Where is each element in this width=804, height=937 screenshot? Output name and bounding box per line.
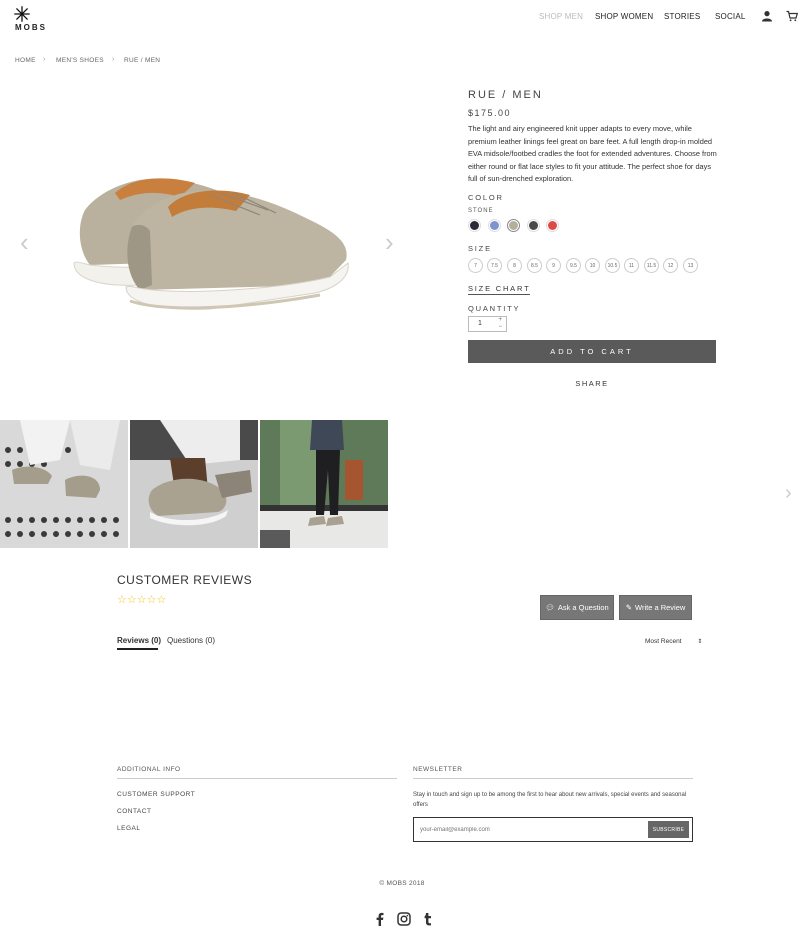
sort-arrows-icon: ⇕ bbox=[697, 639, 703, 645]
product-price: $175.00 bbox=[468, 108, 512, 118]
product-image bbox=[73, 178, 349, 310]
size-option[interactable]: 8 bbox=[507, 258, 522, 273]
active-tab-indicator bbox=[117, 648, 158, 650]
ask-question-label: Ask a Question bbox=[557, 603, 609, 612]
ask-question-button[interactable]: 💬︎ Ask a Question bbox=[540, 595, 614, 620]
gallery-next-arrow[interactable]: › bbox=[785, 483, 792, 503]
footer-link-legal[interactable]: LEGAL bbox=[117, 825, 140, 832]
breadcrumb-separator: › bbox=[112, 56, 115, 63]
footer-divider bbox=[117, 778, 397, 779]
reviews-title: CUSTOMER REVIEWS bbox=[117, 573, 253, 587]
instagram-icon[interactable] bbox=[397, 912, 411, 926]
tab-questions[interactable]: Questions (0) bbox=[167, 636, 215, 645]
newsletter-text: Stay in touch and sign up to be among th… bbox=[413, 792, 687, 808]
newsletter-form: SUBSCRIBE bbox=[413, 817, 693, 842]
color-swatch-red[interactable] bbox=[546, 219, 559, 232]
color-swatch-stone[interactable] bbox=[507, 219, 520, 232]
color-swatch-charcoal[interactable] bbox=[527, 219, 540, 232]
email-field[interactable] bbox=[420, 823, 640, 837]
chat-icon: 💬︎ bbox=[545, 603, 555, 612]
next-image-arrow[interactable]: › bbox=[385, 229, 394, 255]
selected-color-name: STONE bbox=[468, 208, 494, 214]
share-button[interactable]: SHARE bbox=[468, 379, 716, 388]
color-label: COLOR bbox=[468, 193, 504, 202]
edit-icon: ✎ bbox=[625, 603, 632, 612]
facebook-icon[interactable] bbox=[373, 912, 387, 926]
starburst-icon bbox=[14, 6, 30, 22]
size-chart-link[interactable]: SIZE CHART bbox=[468, 284, 531, 295]
size-option[interactable]: 7.5 bbox=[487, 258, 502, 273]
footer-divider bbox=[413, 778, 693, 779]
breadcrumb-home[interactable]: HOME bbox=[15, 57, 36, 64]
brand-logo[interactable]: MOBS bbox=[14, 6, 48, 32]
size-option[interactable]: 10.5 bbox=[605, 258, 620, 273]
nav-social[interactable]: SOCIAL bbox=[715, 12, 746, 21]
footer-link-contact[interactable]: CONTACT bbox=[117, 808, 151, 815]
nav-stories[interactable]: STORIES bbox=[664, 12, 700, 21]
footer-info-heading: ADDITIONAL INFO bbox=[117, 766, 181, 773]
size-option[interactable]: 11.5 bbox=[644, 258, 659, 273]
size-option[interactable]: 8.5 bbox=[527, 258, 542, 273]
breadcrumb-separator: › bbox=[43, 56, 46, 63]
tab-reviews[interactable]: Reviews (0) bbox=[117, 636, 161, 645]
product-description: The light and airy engineered knit upper… bbox=[468, 124, 717, 183]
copyright: © MOBS 2018 bbox=[379, 880, 425, 887]
prev-image-arrow[interactable]: ‹ bbox=[20, 229, 29, 255]
breadcrumb-current: RUE / MEN bbox=[124, 57, 161, 64]
write-review-button[interactable]: ✎ Write a Review bbox=[619, 595, 692, 620]
brand-name: MOBS bbox=[15, 23, 47, 32]
add-to-cart-button[interactable]: ADD TO CART bbox=[468, 340, 716, 363]
size-option[interactable]: 7 bbox=[468, 258, 483, 273]
footer-link-support[interactable]: CUSTOMER SUPPORT bbox=[117, 791, 195, 798]
nav-shop-women[interactable]: SHOP WOMEN bbox=[595, 12, 653, 21]
size-option[interactable]: 12 bbox=[663, 258, 678, 273]
gallery-thumb-1[interactable] bbox=[0, 420, 128, 548]
tumblr-icon[interactable] bbox=[421, 912, 435, 926]
size-option[interactable]: 9 bbox=[546, 258, 561, 273]
size-option[interactable]: 10 bbox=[585, 258, 600, 273]
quantity-value[interactable]: 1 bbox=[478, 320, 482, 327]
subscribe-button[interactable]: SUBSCRIBE bbox=[648, 821, 689, 838]
size-option[interactable]: 13 bbox=[683, 258, 698, 273]
color-swatch-navy[interactable] bbox=[468, 219, 481, 232]
sort-label: Most Recent bbox=[645, 638, 682, 645]
cart-icon[interactable] bbox=[786, 10, 798, 22]
user-icon[interactable] bbox=[761, 10, 773, 22]
rating-stars: ☆☆☆☆☆ bbox=[117, 594, 167, 606]
size-label: SIZE bbox=[468, 244, 492, 253]
nav-shop-men[interactable]: SHOP MEN bbox=[539, 12, 583, 21]
increment-icon[interactable]: + bbox=[498, 317, 502, 323]
sort-select[interactable]: Most Recent ⇕ bbox=[645, 638, 702, 645]
gallery-thumb-3[interactable] bbox=[260, 420, 388, 548]
newsletter-heading: NEWSLETTER bbox=[413, 766, 463, 773]
gallery-thumb-2[interactable] bbox=[130, 420, 258, 548]
write-review-label: Write a Review bbox=[635, 603, 686, 612]
decrement-icon[interactable]: − bbox=[498, 324, 502, 330]
color-swatch-blue[interactable] bbox=[488, 219, 501, 232]
quantity-stepper[interactable]: 1 + − bbox=[468, 316, 507, 332]
breadcrumb-mens-shoes[interactable]: MEN'S SHOES bbox=[56, 57, 104, 64]
size-option[interactable]: 9.5 bbox=[566, 258, 581, 273]
size-option[interactable]: 11 bbox=[624, 258, 639, 273]
product-title: RUE / MEN bbox=[468, 89, 543, 101]
quantity-label: QUANTITY bbox=[468, 304, 521, 313]
